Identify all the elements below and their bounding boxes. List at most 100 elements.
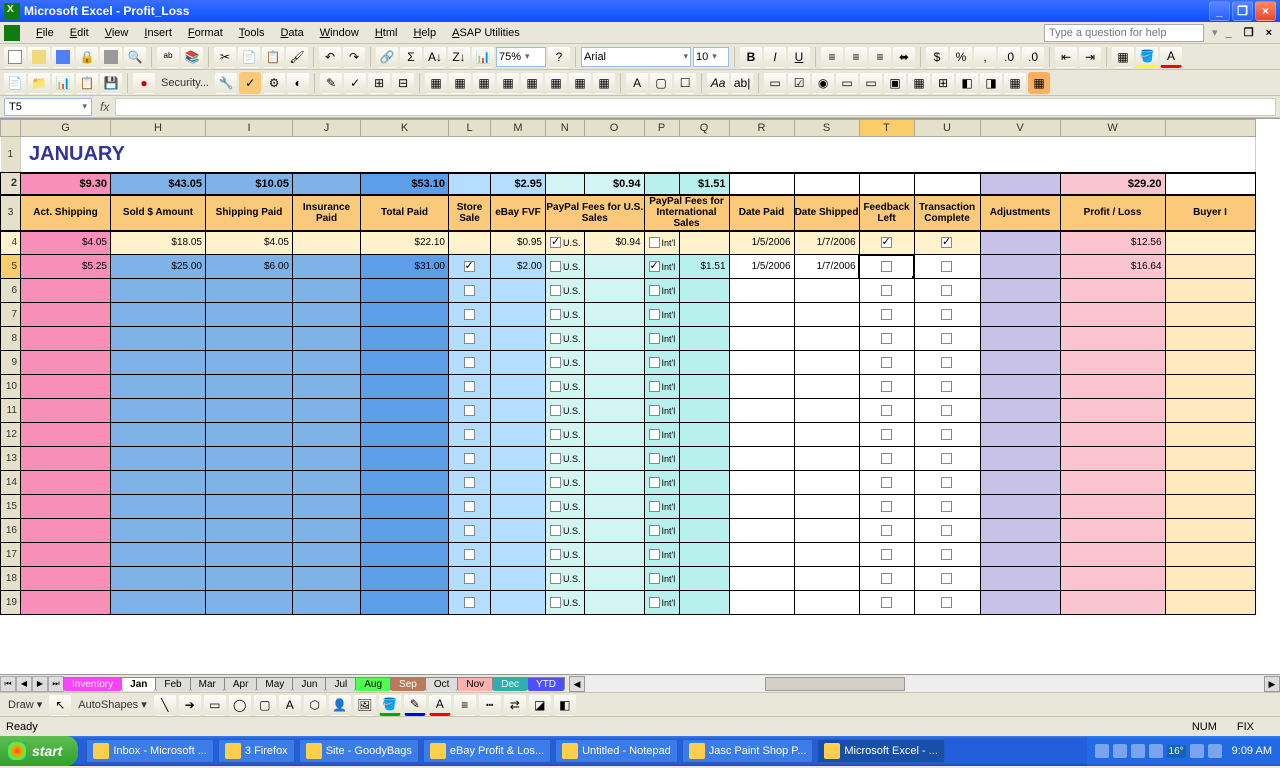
checkbox[interactable]: [649, 597, 660, 608]
cell[interactable]: [491, 327, 546, 351]
cell[interactable]: [111, 543, 206, 567]
cell[interactable]: [293, 231, 361, 255]
cell[interactable]: [1060, 471, 1165, 495]
cell[interactable]: [729, 423, 794, 447]
cell[interactable]: [914, 279, 980, 303]
checkbox[interactable]: [550, 429, 561, 440]
cell[interactable]: [980, 543, 1060, 567]
cell[interactable]: $16.64: [1060, 255, 1165, 279]
cell[interactable]: [729, 303, 794, 327]
column-header-cell[interactable]: Act. Shipping: [21, 195, 111, 231]
column-header[interactable]: K: [361, 120, 449, 137]
cell[interactable]: [111, 303, 206, 327]
cell[interactable]: [21, 495, 111, 519]
cell[interactable]: Int'l: [644, 327, 679, 351]
undo-icon[interactable]: ↶: [319, 46, 341, 68]
cell[interactable]: [491, 591, 546, 615]
checkbox[interactable]: [941, 357, 952, 368]
cell[interactable]: [914, 591, 980, 615]
tb-icon[interactable]: 💾: [100, 72, 122, 94]
cell[interactable]: [449, 375, 491, 399]
column-header[interactable]: N: [546, 120, 585, 137]
tb-icon[interactable]: 📋: [76, 72, 98, 94]
cell[interactable]: [584, 471, 644, 495]
cell[interactable]: [361, 471, 449, 495]
cell[interactable]: [980, 447, 1060, 471]
cell[interactable]: [1060, 327, 1165, 351]
tb-icon[interactable]: ▭: [836, 72, 858, 94]
tb-icon[interactable]: ▦: [1028, 72, 1050, 94]
cell[interactable]: [729, 279, 794, 303]
column-header-cell[interactable]: PayPal Fees for U.S. Sales: [546, 195, 645, 231]
cell[interactable]: [1060, 351, 1165, 375]
column-header-cell[interactable]: Adjustments: [980, 195, 1060, 231]
font-color-icon[interactable]: A: [429, 694, 451, 716]
currency-icon[interactable]: $: [926, 46, 948, 68]
cell[interactable]: [729, 173, 794, 195]
cell[interactable]: [293, 447, 361, 471]
cell[interactable]: 6: [1, 279, 21, 303]
cell[interactable]: [449, 351, 491, 375]
cell[interactable]: [449, 543, 491, 567]
checkbox[interactable]: [941, 309, 952, 320]
cell[interactable]: U.S.: [546, 567, 585, 591]
cell[interactable]: [1165, 495, 1255, 519]
cell[interactable]: [859, 231, 914, 255]
checkbox[interactable]: [550, 573, 561, 584]
cell[interactable]: [584, 279, 644, 303]
cell[interactable]: 1/5/2006: [729, 255, 794, 279]
cell[interactable]: 12: [1, 423, 21, 447]
column-header-cell[interactable]: Total Paid: [361, 195, 449, 231]
cell[interactable]: Int'l: [644, 591, 679, 615]
cell[interactable]: [980, 423, 1060, 447]
column-header[interactable]: [1, 120, 21, 137]
cell[interactable]: 18: [1, 567, 21, 591]
menu-format[interactable]: Format: [180, 25, 231, 41]
open-icon[interactable]: [28, 46, 50, 68]
checkbox[interactable]: [649, 549, 660, 560]
cell[interactable]: [449, 447, 491, 471]
sheet-tab-mar[interactable]: Mar: [190, 677, 225, 691]
taskbar-item[interactable]: Jasc Paint Shop P...: [682, 739, 814, 763]
cell[interactable]: [111, 423, 206, 447]
cell[interactable]: [1060, 375, 1165, 399]
cell[interactable]: 16: [1, 519, 21, 543]
checkbox[interactable]: [649, 381, 660, 392]
cell[interactable]: [21, 351, 111, 375]
checkbox[interactable]: [941, 453, 952, 464]
cell[interactable]: Int'l: [644, 279, 679, 303]
cell[interactable]: [859, 591, 914, 615]
cell[interactable]: [679, 351, 729, 375]
cell[interactable]: Int'l: [644, 543, 679, 567]
checkbox[interactable]: [941, 597, 952, 608]
cell[interactable]: 13: [1, 447, 21, 471]
tb-icon[interactable]: 🔧: [215, 72, 237, 94]
cell[interactable]: [361, 447, 449, 471]
cell[interactable]: [361, 399, 449, 423]
cell[interactable]: [729, 447, 794, 471]
checkbox[interactable]: [464, 285, 475, 296]
record-macro-icon[interactable]: ●: [133, 72, 155, 94]
cell[interactable]: [449, 173, 491, 195]
cell[interactable]: [361, 327, 449, 351]
sort-asc-icon[interactable]: A↓: [424, 46, 446, 68]
cell[interactable]: $4.05: [21, 231, 111, 255]
menu-window[interactable]: Window: [312, 25, 367, 41]
tb-icon[interactable]: ▦: [521, 72, 543, 94]
cell[interactable]: [1165, 303, 1255, 327]
picture-icon[interactable]: 🖼: [354, 694, 376, 716]
help-search[interactable]: [1044, 24, 1204, 42]
cell[interactable]: U.S.: [546, 471, 585, 495]
cell[interactable]: [491, 495, 546, 519]
cell[interactable]: [1060, 519, 1165, 543]
autoshapes-menu[interactable]: AutoShapes ▾: [74, 698, 151, 711]
cell[interactable]: Int'l: [644, 255, 679, 279]
worksheet-grid[interactable]: GHIJKLMNOPQRSTUVW 1JANUARY 2$9.30$43.05$…: [0, 118, 1280, 674]
minimize-button[interactable]: _: [1209, 1, 1230, 21]
tb-icon[interactable]: ▦: [473, 72, 495, 94]
cell[interactable]: [111, 279, 206, 303]
checkbox[interactable]: [941, 237, 952, 248]
cell[interactable]: [729, 591, 794, 615]
sheet-tab-jan[interactable]: Jan: [121, 677, 156, 691]
cell[interactable]: [679, 543, 729, 567]
